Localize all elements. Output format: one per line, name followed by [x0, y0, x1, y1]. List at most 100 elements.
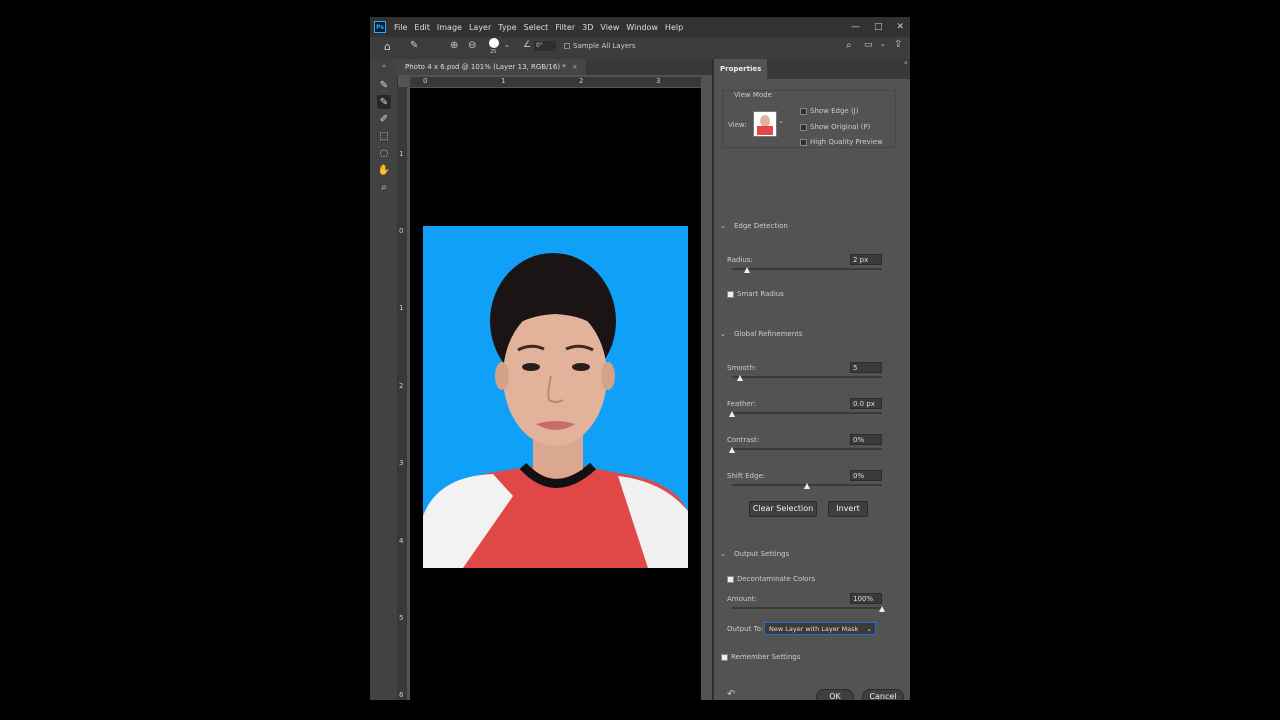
menu-select[interactable]: Select: [524, 23, 549, 32]
menu: File Edit Image Layer Type Select Filter…: [394, 17, 683, 37]
smooth-slider-thumb[interactable]: [736, 375, 743, 381]
brush-tool-icon[interactable]: ✐: [377, 112, 391, 126]
chevron-down-icon: ⌄: [866, 625, 872, 633]
feather-field[interactable]: 0.0 px: [850, 398, 882, 409]
clear-selection-button[interactable]: Clear Selection: [749, 501, 817, 517]
menu-view[interactable]: View: [600, 23, 619, 32]
menu-layer[interactable]: Layer: [469, 23, 491, 32]
document-canvas[interactable]: [410, 88, 701, 700]
chevron-down-icon[interactable]: ⌄: [720, 222, 726, 230]
high-quality-preview-label: High Quality Preview: [810, 138, 883, 146]
hand-tool-icon[interactable]: ✋: [377, 163, 391, 177]
reset-icon[interactable]: ↶: [727, 689, 735, 700]
output-settings-title: Output Settings: [734, 550, 790, 558]
object-selection-tool-icon[interactable]: ⬚: [377, 129, 391, 143]
ruler-left: 1 0 1 2 3 4 5 6: [397, 87, 407, 700]
chevron-down-icon[interactable]: ⌄: [880, 40, 886, 48]
brush-tool-icon[interactable]: ✎: [410, 40, 418, 51]
minimize-button[interactable]: —: [851, 22, 860, 32]
shift-edge-slider-thumb[interactable]: [804, 483, 810, 489]
view-thumbnail[interactable]: [753, 111, 777, 137]
smooth-slider[interactable]: [732, 375, 882, 381]
share-icon[interactable]: ⇪: [894, 39, 902, 50]
portrait-photo: [423, 226, 688, 568]
shift-edge-slider[interactable]: [732, 483, 882, 489]
decontaminate-colors-checkbox[interactable]: [727, 576, 734, 583]
amount-slider[interactable]: [732, 606, 885, 612]
menu-type[interactable]: Type: [498, 23, 516, 32]
angle-icon: ∠: [523, 40, 532, 50]
menu-file[interactable]: File: [394, 23, 407, 32]
refine-edge-brush-icon[interactable]: ✎: [377, 95, 391, 109]
remember-settings-checkbox[interactable]: [721, 654, 728, 661]
contrast-slider[interactable]: [729, 447, 882, 453]
decontaminate-colors-label: Decontaminate Colors: [737, 575, 815, 583]
lasso-tool-icon[interactable]: ◌: [377, 146, 391, 160]
ruler-tick-label: 2: [579, 77, 584, 85]
radius-slider[interactable]: [732, 267, 882, 273]
view-label: View:: [728, 121, 747, 129]
invert-button[interactable]: Invert: [828, 501, 868, 517]
app-logo[interactable]: Ps: [374, 21, 386, 33]
options-bar: ⌂ ✎ ⊕ ⊖ 25 ⌄ ∠ 0° Sample All Layers ⌕ ▭ …: [370, 37, 910, 60]
contrast-label: Contrast:: [727, 436, 760, 444]
contrast-field[interactable]: 0%: [850, 434, 882, 445]
menu-help[interactable]: Help: [665, 23, 683, 32]
collapse-icon[interactable]: »: [377, 59, 391, 73]
add-mode-icon[interactable]: ⊕: [450, 40, 458, 51]
tools-panel: » ✎ ✎ ✐ ⬚ ◌ ✋ ⌕: [370, 59, 398, 700]
close-icon[interactable]: ×: [572, 63, 578, 71]
amount-field[interactable]: 100%: [850, 593, 882, 604]
tab-properties[interactable]: Properties: [714, 59, 768, 79]
cancel-button[interactable]: Cancel: [862, 689, 904, 700]
chevron-down-icon[interactable]: ⌄: [778, 117, 784, 125]
chevron-down-icon[interactable]: ⌄: [504, 41, 510, 49]
radius-field[interactable]: 2 px: [850, 254, 882, 265]
angle-field[interactable]: 0°: [534, 41, 556, 51]
ok-button[interactable]: OK: [816, 689, 854, 700]
menu-edit[interactable]: Edit: [414, 23, 430, 32]
workspace-icon[interactable]: ▭: [864, 40, 873, 50]
ruler-tick-label: 0: [423, 77, 428, 85]
panel-menu-icon[interactable]: «: [904, 59, 908, 67]
global-refinements-title: Global Refinements: [734, 330, 803, 338]
smart-radius-checkbox[interactable]: [727, 291, 734, 298]
chevron-down-icon[interactable]: ⌄: [720, 330, 726, 338]
menu-3d[interactable]: 3D: [582, 23, 593, 32]
amount-slider-thumb[interactable]: [879, 606, 885, 612]
quick-selection-tool-icon[interactable]: ✎: [377, 78, 391, 92]
document-title: Photo 4 x 6.psd @ 101% (Layer 13, RGB/16…: [405, 63, 566, 71]
feather-slider-thumb[interactable]: [729, 411, 735, 417]
close-button[interactable]: ✕: [896, 22, 904, 32]
brush-size: 25: [490, 49, 497, 55]
menu-image[interactable]: Image: [437, 23, 462, 32]
contrast-slider-thumb[interactable]: [729, 447, 735, 453]
menu-bar: Ps File Edit Image Layer Type Select Fil…: [370, 17, 910, 37]
sample-all-layers-checkbox[interactable]: [564, 43, 570, 49]
menu-window[interactable]: Window: [626, 23, 658, 32]
sample-all-layers-label: Sample All Layers: [573, 42, 636, 50]
feather-slider[interactable]: [729, 411, 882, 417]
search-icon[interactable]: ⌕: [846, 40, 852, 51]
show-edge-checkbox[interactable]: [800, 108, 807, 115]
high-quality-preview-checkbox[interactable]: [800, 139, 807, 146]
view-mode-title: View Mode: [734, 91, 772, 99]
document-tab[interactable]: Photo 4 x 6.psd @ 101% (Layer 13, RGB/16…: [397, 59, 586, 75]
chevron-down-icon[interactable]: ⌄: [720, 550, 726, 558]
output-to-select[interactable]: New Layer with Layer Mask ⌄: [764, 622, 876, 635]
ruler-tick-label: 3: [656, 77, 661, 85]
brush-preset-icon[interactable]: [489, 38, 499, 48]
radius-slider-thumb[interactable]: [744, 267, 750, 273]
panel-header: Properties «: [714, 59, 910, 79]
smooth-label: Smooth:: [727, 364, 757, 372]
maximize-button[interactable]: □: [874, 22, 883, 32]
menu-filter[interactable]: Filter: [555, 23, 575, 32]
shift-edge-field[interactable]: 0%: [850, 470, 882, 481]
zoom-tool-icon[interactable]: ⌕: [377, 180, 391, 194]
ruler-tick-label: 5: [399, 614, 404, 622]
subtract-mode-icon[interactable]: ⊖: [468, 40, 476, 51]
show-original-checkbox[interactable]: [800, 124, 807, 131]
home-icon[interactable]: ⌂: [384, 40, 391, 53]
smooth-field[interactable]: 5: [850, 362, 882, 373]
photoshop-window: Ps File Edit Image Layer Type Select Fil…: [370, 17, 910, 700]
